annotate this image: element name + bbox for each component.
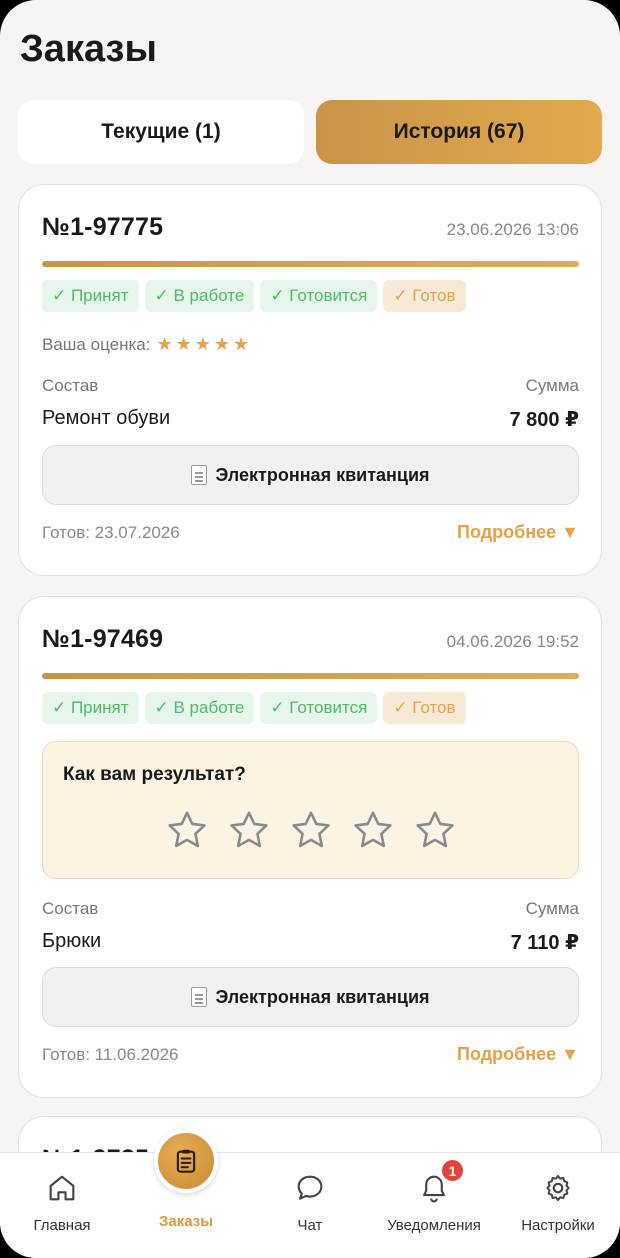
sum-value: 7 110 ₽ [510,932,579,954]
status-in-work: ✓ В работе [144,692,255,724]
bottom-navigation: Главная Заказы Чат 1 Уведомления Настрой… [0,1129,620,1258]
order-date: 04.06.2026 19:52 [446,632,579,651]
nav-home-label: Главная [33,1217,91,1234]
status-steps: ✓ Принят ✓ В работе ✓ Готовится ✓ Готов [42,692,466,724]
nav-chat-label: Чат [297,1217,323,1234]
status-preparing: ✓ Готовится [260,280,378,312]
orders-screen: Заказы Текущие (1) История (67) №1-97775… [0,0,620,1258]
composition-label: Состав [42,899,99,918]
order-card[interactable]: №1-97775 23.06.2026 13:06 ✓ Принят ✓ В р… [18,184,602,576]
feedback-box: Как вам результат? [42,741,579,879]
status-ready: ✓ Готов [383,280,466,312]
order-card[interactable]: №1-97469 04.06.2026 19:52 ✓ Принят ✓ В р… [18,596,602,1098]
status-steps: ✓ Принят ✓ В работе ✓ Готовится ✓ Готов [42,280,466,312]
star-icon[interactable] [351,808,395,852]
order-progress-bar [42,673,579,679]
rating-label: Ваша оценка: [42,334,151,354]
e-receipt-label: Электронная квитанция [215,464,430,485]
status-preparing: ✓ Готовится [260,692,378,724]
document-icon [191,987,208,1007]
home-icon [49,1175,75,1201]
rating-stars-icon: ★★★★★ [156,334,253,354]
clipboard-icon [176,1149,196,1173]
rating-stars [43,808,578,852]
your-rating: Ваша оценка: ★★★★★ [42,334,252,355]
notification-badge: 1 [440,1158,465,1183]
status-accepted: ✓ Принят [42,692,139,724]
sum-value: 7 800 ₽ [509,409,579,431]
nav-home[interactable]: Главная [0,1153,124,1258]
chat-bubble-icon [297,1175,323,1200]
star-icon[interactable] [413,808,457,852]
details-link[interactable]: Подробнее ▼ [457,1044,579,1065]
ready-date: Готов: 23.07.2026 [42,523,180,542]
ready-date: Готов: 11.06.2026 [42,1045,179,1064]
composition-label: Состав [42,376,99,395]
nav-chat[interactable]: Чат [248,1153,372,1258]
gear-icon [546,1174,570,1202]
e-receipt-button[interactable]: Электронная квитанция [42,967,579,1027]
nav-settings-label: Настройки [521,1217,595,1234]
nav-orders-label: Заказы [158,1213,214,1230]
order-date: 23.06.2026 13:06 [446,220,579,239]
order-number: №1-97469 [42,625,164,653]
star-icon[interactable] [227,808,271,852]
nav-settings[interactable]: Настройки [496,1153,620,1258]
star-icon[interactable] [289,808,333,852]
status-in-work: ✓ В работе [144,280,255,312]
order-progress-bar [42,261,579,267]
composition-value: Ремонт обуви [42,407,171,429]
star-icon[interactable] [165,808,209,852]
page-title: Заказы [20,28,157,70]
e-receipt-button[interactable]: Электронная квитанция [42,445,579,505]
composition-value: Брюки [42,930,102,952]
nav-orders[interactable]: Заказы [124,1129,248,1258]
e-receipt-label: Электронная квитанция [215,986,430,1007]
tab-history[interactable]: История (67) [316,100,602,164]
feedback-question: Как вам результат? [63,764,246,785]
sum-label: Сумма [525,899,579,918]
status-ready: ✓ Готов [383,692,466,724]
tab-current[interactable]: Текущие (1) [18,100,304,164]
document-icon [191,465,208,485]
details-link[interactable]: Подробнее ▼ [457,522,579,543]
sum-label: Сумма [525,376,579,395]
status-accepted: ✓ Принят [42,280,139,312]
nav-notifications-label: Уведомления [387,1217,481,1234]
orders-center-button[interactable] [154,1129,218,1193]
orders-tabs: Текущие (1) История (67) [18,100,602,164]
nav-notifications[interactable]: 1 Уведомления [372,1153,496,1258]
order-number: №1-97775 [42,213,164,241]
